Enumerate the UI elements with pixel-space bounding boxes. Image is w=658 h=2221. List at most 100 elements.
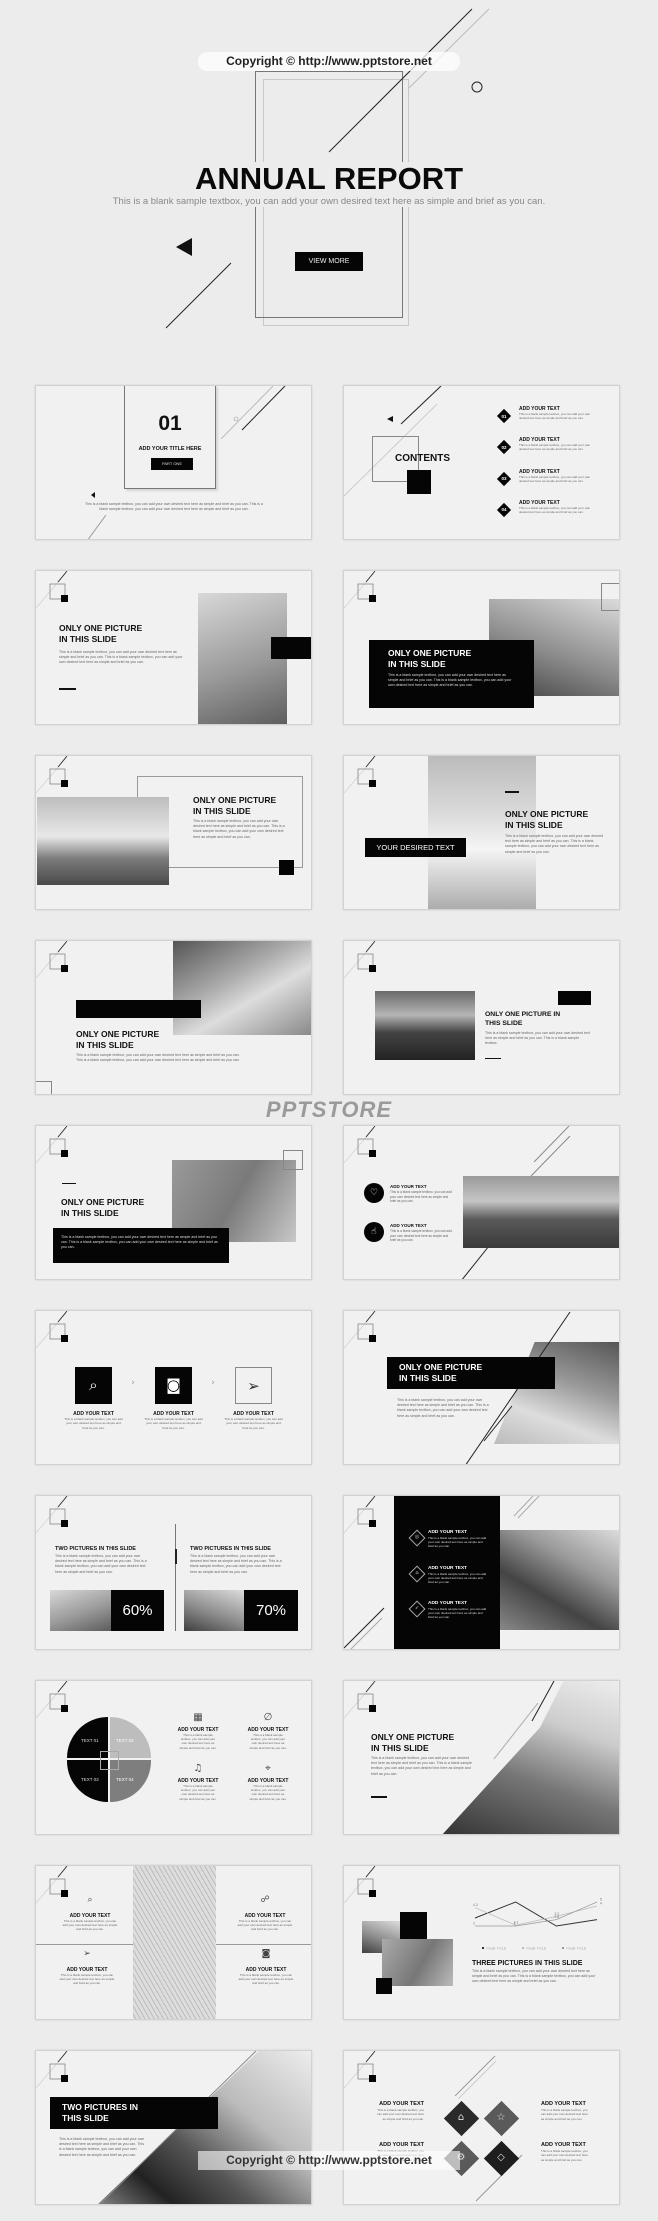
slide-pie-icons[interactable]: TEXT 01 TEXT 02 TEXT 03 TEXT 04 ▦ ADD YOU… [35, 1680, 312, 1835]
item-title: ADD YOUR TEXT [428, 1565, 468, 1571]
data-label: 2.8 [554, 1915, 559, 1919]
data-label: 5 [600, 1898, 602, 1902]
item-body: This is a blank sample textbox, you can … [519, 474, 591, 483]
slide-one-picture-a[interactable]: ONLY ONE PICTURE IN THIS SLIDE This is a … [35, 570, 312, 725]
title-line-2: IN THIS SLIDE [399, 1373, 457, 1383]
dash-divider [62, 1183, 76, 1184]
title-line-2: THIS SLIDE [62, 2113, 109, 2123]
heart-icon: ♡ [364, 1183, 384, 1203]
title-line-1: ONLY ONE PICTURE [399, 1362, 483, 1372]
search-icon: ⌕ [75, 1367, 112, 1404]
body-text: This is a blank sample textbox, you can … [59, 650, 183, 665]
photo-image [463, 1176, 619, 1248]
photo-image [184, 1590, 244, 1631]
title-line-2: IN THIS SLIDE [76, 1040, 134, 1050]
item-body: This is a blank sample textbox, you can … [541, 2149, 588, 2162]
slide-title: ONLY ONE PICTURE IN THIS SLIDE [505, 809, 588, 831]
slide-dark-panel-list[interactable]: ◎ ADD YOUR TEXT This is a blank sample tex… [343, 1495, 620, 1650]
item-body: This is a blank sample textbox, you can … [428, 1607, 487, 1619]
slide-three-steps[interactable]: ⌕ ADD YOUR TEXT This is a blank sample tex… [35, 1310, 312, 1465]
slide-one-picture-f[interactable]: ONLY ONE PICTURE IN THIS SLIDE This is a … [343, 940, 620, 1095]
item-title: ADD YOUR TEXT [541, 2142, 586, 2148]
title-line-1: ONLY ONE PICTURE [388, 648, 472, 658]
series-line-1 [474, 1901, 598, 1927]
view-more-button[interactable]: VIEW MORE [295, 252, 363, 271]
data-label: 4.3 [473, 1903, 478, 1907]
slide-one-picture-i[interactable]: ONLY ONE PICTURE IN THIS SLIDE This is a … [343, 1680, 620, 1835]
divider-marker [174, 1549, 177, 1564]
title-line-2: IN THIS SLIDE [61, 1208, 119, 1218]
slide-icon-list-picture[interactable]: ♡ ADD YOUR TEXT This is a blank sample tex… [343, 1125, 620, 1280]
camera-icon: ◙ [155, 1367, 192, 1404]
body-text: This is a blank sample textbox, you can … [397, 1398, 489, 1418]
hero-cover: Copyright © http://www.pptstore.net ANNU… [0, 0, 658, 340]
legend-marker [522, 1947, 524, 1949]
thumbs-up-icon: ☝ [364, 1222, 384, 1242]
slide-contents[interactable]: CONTENTS 01 ADD YOUR TEXT This is a blank … [343, 385, 620, 540]
slide-one-picture-c[interactable]: ONLY ONE PICTURE IN THIS SLIDE This is a … [35, 755, 312, 910]
copyright-watermark: Copyright © http://www.pptstore.net [198, 52, 460, 71]
data-label: 2 [514, 1922, 516, 1926]
slide-one-picture-e[interactable]: ONLY ONE PICTURE IN THIS SLIDE This is a … [35, 940, 312, 1095]
black-bar [76, 1000, 201, 1018]
slide-one-picture-h[interactable]: ONLY ONE PICTURE IN THIS SLIDE This is a … [343, 1310, 620, 1465]
item-body: This is a blank sample textbox, you can … [62, 1919, 118, 1932]
title-line-2: IN THIS SLIDE [59, 634, 117, 644]
paper-plane-icon: ➢ [235, 1367, 272, 1404]
black-square [407, 470, 431, 494]
dash-divider [371, 1796, 387, 1798]
item-body: This is a blank sample textbox, you can … [390, 1190, 452, 1204]
right-title: TWO PICTURES IN THIS SLIDE [190, 1546, 271, 1552]
title-line-1: ONLY ONE PICTURE [371, 1732, 455, 1742]
item-body: This is a blank sample textbox, you can … [519, 412, 591, 420]
pie-center-square [100, 1751, 119, 1770]
slide-title: ONLY ONE PICTURE IN THIS SLIDE [388, 648, 471, 670]
title-line-2: IN THIS SLIDE [505, 820, 563, 830]
star-icon: ☆ [496, 2112, 506, 2123]
item-body: This is a blank sample textbox, you can … [519, 443, 591, 452]
corner-decoration [344, 2051, 376, 2089]
item-body: This is a blank sample textbox, you can … [249, 1733, 287, 1750]
item-title: ADD YOUR TEXT [428, 1601, 468, 1606]
title-line-2: IN THIS SLIDE [193, 806, 251, 816]
decorative-lines [454, 2055, 523, 2202]
pie-label-2: TEXT 02 [116, 1738, 134, 1743]
slide-one-picture-b[interactable]: ONLY ONE PICTURE IN THIS SLIDE This is a … [343, 570, 620, 725]
legend-label: YOUR TITLE [566, 1946, 586, 1950]
slide-section-one[interactable]: 01 ADD YOUR TITLE HERE PART ONE This is … [35, 385, 312, 540]
item-body: This is a blank sample textbox, you can … [249, 1784, 287, 1801]
photo-image [133, 1866, 216, 2019]
photo-image [382, 1939, 453, 1986]
desired-text-label: YOUR DESIRED TEXT [365, 838, 466, 857]
slide-diamond-icons[interactable]: ⌂ ☆ ⚙ ◇ ADD YOUR TEXT This is a blank sample … [343, 2050, 620, 2205]
slide-two-pictures-diagonal[interactable]: TWO PICTURES IN THIS SLIDE This is a blan… [35, 2050, 312, 2205]
dash-divider [505, 791, 519, 793]
title-line-1: ONLY ONE PICTURE [59, 623, 143, 633]
item-body: This is a blank sample textbox, you can … [541, 2108, 588, 2121]
item-title: ADD YOUR TEXT [390, 1184, 427, 1189]
search-icon: ⌕ [87, 1895, 93, 1905]
step-body: This is a blank sample textbox, you can … [64, 1417, 123, 1430]
item-body: This is a blank sample textbox, you can … [179, 1784, 217, 1801]
title-line-2: IN THIS SLIDE [371, 1743, 429, 1753]
slide-one-picture-g[interactable]: ONLY ONE PICTURE IN THIS SLIDE This is a … [35, 1125, 312, 1280]
satellite-icon: ☍ [260, 1895, 270, 1905]
item-body: This is a blank sample textbox, you can … [238, 1973, 294, 1986]
slide-title: THREE PICTURES IN THIS SLIDE [472, 1960, 583, 1967]
slide-title: ONLY ONE PICTURE IN THIS SLIDE [59, 623, 142, 645]
slide-three-pictures-chart[interactable]: 4.32.13.24.5222.85YOUR TITLEYOUR TITLEYO… [343, 1865, 620, 2020]
slide-four-quadrants-picture[interactable]: ⌕ ADD YOUR TEXT This is a blank sample tex… [35, 1865, 312, 2020]
item-number: 03 [501, 476, 507, 482]
dash-divider [59, 688, 76, 690]
item-body: This is a blank sample textbox, you can … [377, 2108, 424, 2121]
body-text: This is a blank sample textbox, you can … [388, 673, 512, 688]
item-number: 04 [501, 507, 507, 513]
body-text: This is a blank sample textbox, you can … [472, 1969, 596, 1984]
slide-two-pictures-percent[interactable]: TWO PICTURES IN THIS SLIDE This is a bla… [35, 1495, 312, 1650]
photo-image [428, 756, 536, 909]
part-one-button[interactable]: PART ONE [151, 458, 193, 470]
left-body: This is a blank sample textbox, you can … [55, 1554, 147, 1574]
black-block [271, 637, 311, 659]
slide-one-picture-d[interactable]: YOUR DESIRED TEXT ONLY ONE PICTURE IN THI… [343, 755, 620, 910]
hero-subtitle: This is a blank sample textbox, you can … [60, 196, 598, 216]
